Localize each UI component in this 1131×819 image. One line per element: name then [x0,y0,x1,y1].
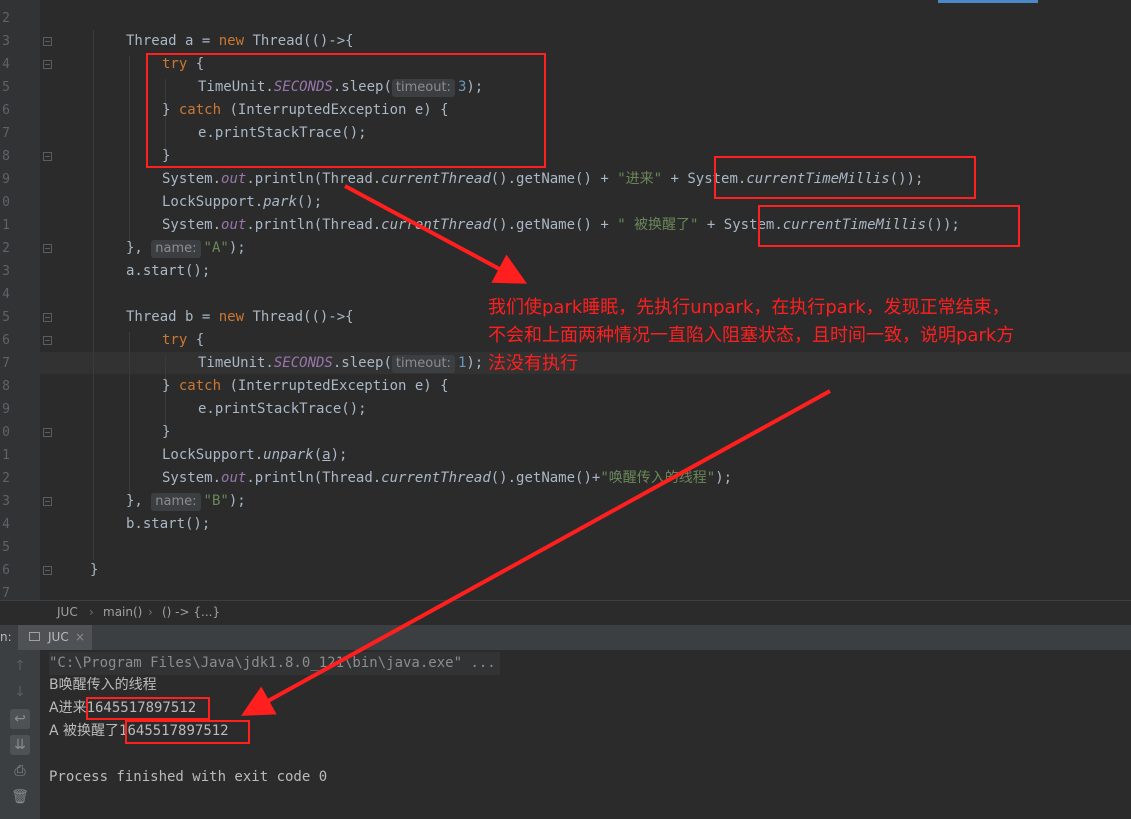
line-number: 7 [2,126,10,141]
code-line: }, name: "A"); [126,240,246,258]
highlight-box-millis-2 [758,205,1020,247]
code-line: System.out.println(Thread.currentThread(… [162,470,733,486]
tab-juc[interactable]: JUC × [18,625,92,650]
fold-marker[interactable] [43,152,52,161]
line-number: 2 [2,11,10,26]
annotation-line: 法没有执行 [488,353,578,374]
param-hint: name: [151,493,201,511]
line-number: 5 [2,540,10,555]
close-icon[interactable]: × [75,625,85,650]
line-number: 9 [2,172,10,187]
code-line: }, name: "B"); [126,493,246,511]
line-number: 2 [2,241,10,256]
fold-marker[interactable] [43,313,52,322]
run-panel-prefix: n: [0,630,12,644]
code-line: b.start(); [126,516,211,532]
console-command-line: "C:\Program Files\Java\jdk1.8.0_121\bin\… [49,652,500,675]
fold-marker[interactable] [43,566,52,575]
line-number: 8 [2,379,10,394]
code-line: try { [162,332,205,348]
line-number: 2 [2,471,10,486]
arrow-up-icon[interactable]: ↑ [10,656,30,676]
highlight-box-try-block [146,53,546,168]
line-number: 4 [2,57,10,72]
console-exit-line: Process finished with exit code 0 [49,769,328,785]
line-number: 4 [2,517,10,532]
console-icon [29,632,40,641]
breadcrumb-item[interactable]: main() [103,601,142,624]
line-number: 0 [2,425,10,440]
line-number: 6 [2,563,10,578]
trash-icon[interactable]: 🗑 [10,787,30,807]
line-number: 3 [2,494,10,509]
code-line: } [162,424,171,440]
line-number: 1 [2,218,10,233]
line-number: 4 [2,287,10,302]
tab-label: JUC [48,630,69,644]
fold-marker[interactable] [43,428,52,437]
line-number: 1 [2,448,10,463]
breadcrumb-item[interactable]: JUC [57,601,78,624]
param-hint: name: [151,240,201,258]
line-number: 5 [2,310,10,325]
indent-guide [93,30,94,560]
print-icon[interactable]: ⎙ [10,761,30,781]
indent-guide [129,332,130,496]
line-number: 9 [2,402,10,417]
annotation-text: 我们使park睡眠，先执行unpark，在执行park，发现正常结束， 不会和上面… [488,294,1108,378]
soft-wrap-icon[interactable]: ↩ [10,709,30,729]
fold-marker[interactable] [43,60,52,69]
line-number: 3 [2,264,10,279]
code-line: } [90,562,99,578]
line-number: 7 [2,356,10,371]
line-number: 3 [2,34,10,49]
fold-marker[interactable] [43,336,52,345]
breadcrumb-item[interactable]: () -> {...} [162,601,220,624]
breadcrumb: JUC › main() › () -> {...} [0,600,1131,625]
console-toolbar: ↑ ↓ ↩ ⇊ ⎙ 🗑 [0,650,40,819]
line-number: 6 [2,333,10,348]
code-line: LockSupport.unpark(a); [162,447,348,463]
line-number: 8 [2,149,10,164]
code-editor[interactable]: 23456789012345678901234567 Thread a = ne… [0,0,1131,601]
highlight-box-console-2 [125,720,250,744]
code-line: Thread a = new Thread(()->{ [126,33,354,49]
code-line: e.printStackTrace(); [198,401,367,417]
breadcrumb-separator: › [89,605,94,619]
fold-column [40,0,54,600]
indent-guide [129,56,130,242]
arrow-down-icon[interactable]: ↓ [10,682,30,702]
fold-marker[interactable] [43,37,52,46]
line-number: 0 [2,195,10,210]
code-line: a.start(); [126,263,211,279]
highlight-box-console-1 [86,697,210,720]
fold-marker[interactable] [43,244,52,253]
code-line: Thread b = new Thread(()->{ [126,309,354,325]
console-line: B唤醒传入的线程 [49,677,157,693]
scroll-marker [938,0,1038,3]
param-hint: timeout: [391,355,455,373]
run-panel-header: n: JUC × [0,625,1131,651]
highlight-box-millis-1 [714,156,976,199]
code-line: } catch (InterruptedException e) { [162,378,449,394]
code-line: TimeUnit.SECONDS.sleep(timeout: 1); [198,355,484,373]
line-number: 5 [2,80,10,95]
code-line: LockSupport.park(); [162,194,323,210]
breadcrumb-separator: › [148,605,153,619]
annotation-line: 我们使park睡眠，先执行unpark，在执行park，发现正常结束， [488,297,1010,318]
scroll-end-icon[interactable]: ⇊ [10,735,30,755]
fold-marker[interactable] [43,497,52,506]
annotation-line: 不会和上面两种情况一直陷入阻塞状态，且时间一致，说明park方 [488,325,1015,346]
line-number: 6 [2,103,10,118]
